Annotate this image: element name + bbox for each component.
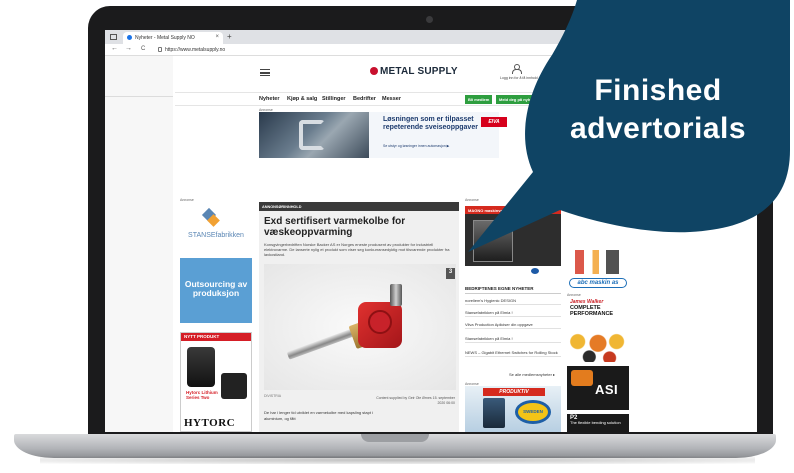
callout-text: Finished advertorials (560, 72, 756, 148)
callout-line-2: advertorials (569, 112, 747, 145)
callout-line-1: Finished (594, 74, 722, 107)
callout-bubble (468, 0, 790, 252)
